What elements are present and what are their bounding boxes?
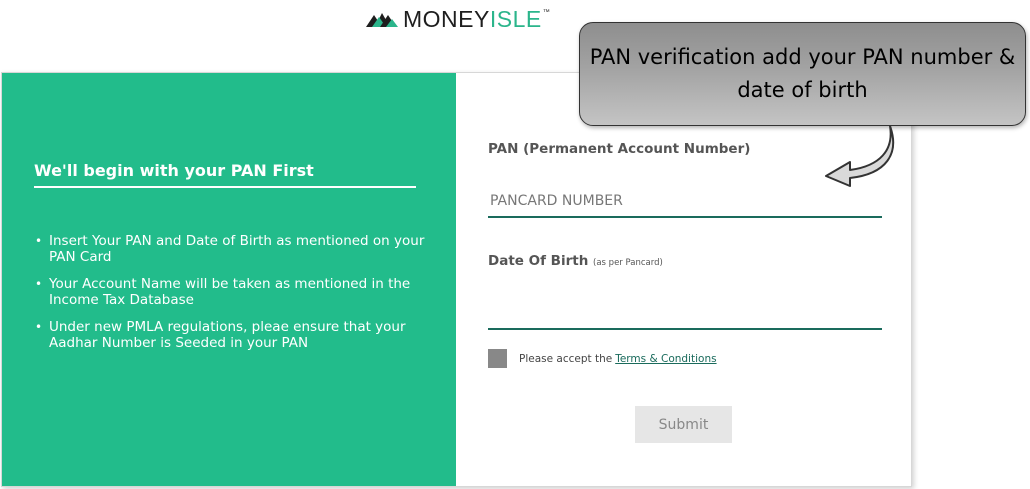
- terms-link[interactable]: Terms & Conditions: [615, 353, 716, 365]
- accept-text: Please accept the: [519, 352, 613, 365]
- logo-isle-text: ISLE: [489, 6, 542, 32]
- bullet-dot-icon: •: [35, 277, 43, 291]
- logo-trademark: ™: [542, 9, 551, 16]
- pan-card-panel: We'll begin with your PAN First • Insert…: [1, 72, 912, 487]
- terms-checkbox[interactable]: [488, 349, 507, 368]
- dob-label-text: Date Of Birth: [488, 253, 589, 269]
- info-panel: We'll begin with your PAN First • Insert…: [2, 73, 456, 486]
- dob-label-note: (as per Pancard): [593, 258, 663, 268]
- page: MONEYISLE™ We'll begin with your PAN Fir…: [0, 0, 1030, 489]
- info-heading: We'll begin with your PAN First: [34, 161, 314, 180]
- submit-button[interactable]: Submit: [635, 406, 732, 443]
- info-bullet-item: • Under new PMLA regulations, pleae ensu…: [34, 319, 434, 351]
- logo-money-text: MONEY: [403, 6, 490, 32]
- moneyisle-logo: MONEYISLE™: [366, 4, 550, 34]
- heading-divider: [34, 186, 416, 188]
- annotation-callout: PAN verification add your PAN number & d…: [579, 22, 1026, 126]
- info-bullet-item: • Insert Your PAN and Date of Birth as m…: [34, 233, 434, 265]
- terms-row: Please accept the Terms & Conditions: [488, 349, 717, 368]
- logo-wordmark: MONEYISLE™: [403, 4, 550, 34]
- info-bullet-list: • Insert Your PAN and Date of Birth as m…: [34, 233, 434, 362]
- info-bullet-text: Under new PMLA regulations, pleae ensure…: [49, 319, 406, 351]
- pan-label: PAN (Permanent Account Number): [488, 141, 751, 157]
- info-bullet-text: Insert Your PAN and Date of Birth as men…: [49, 233, 425, 265]
- info-bullet-text: Your Account Name will be taken as menti…: [49, 276, 411, 308]
- bullet-dot-icon: •: [35, 234, 43, 248]
- mountain-logo-icon: [366, 9, 402, 29]
- dob-label: Date Of Birth (as per Pancard): [488, 253, 663, 269]
- bullet-dot-icon: •: [35, 320, 43, 334]
- curved-arrow-icon: [820, 124, 896, 192]
- info-bullet-item: • Your Account Name will be taken as men…: [34, 276, 434, 308]
- dob-input[interactable]: [488, 298, 882, 330]
